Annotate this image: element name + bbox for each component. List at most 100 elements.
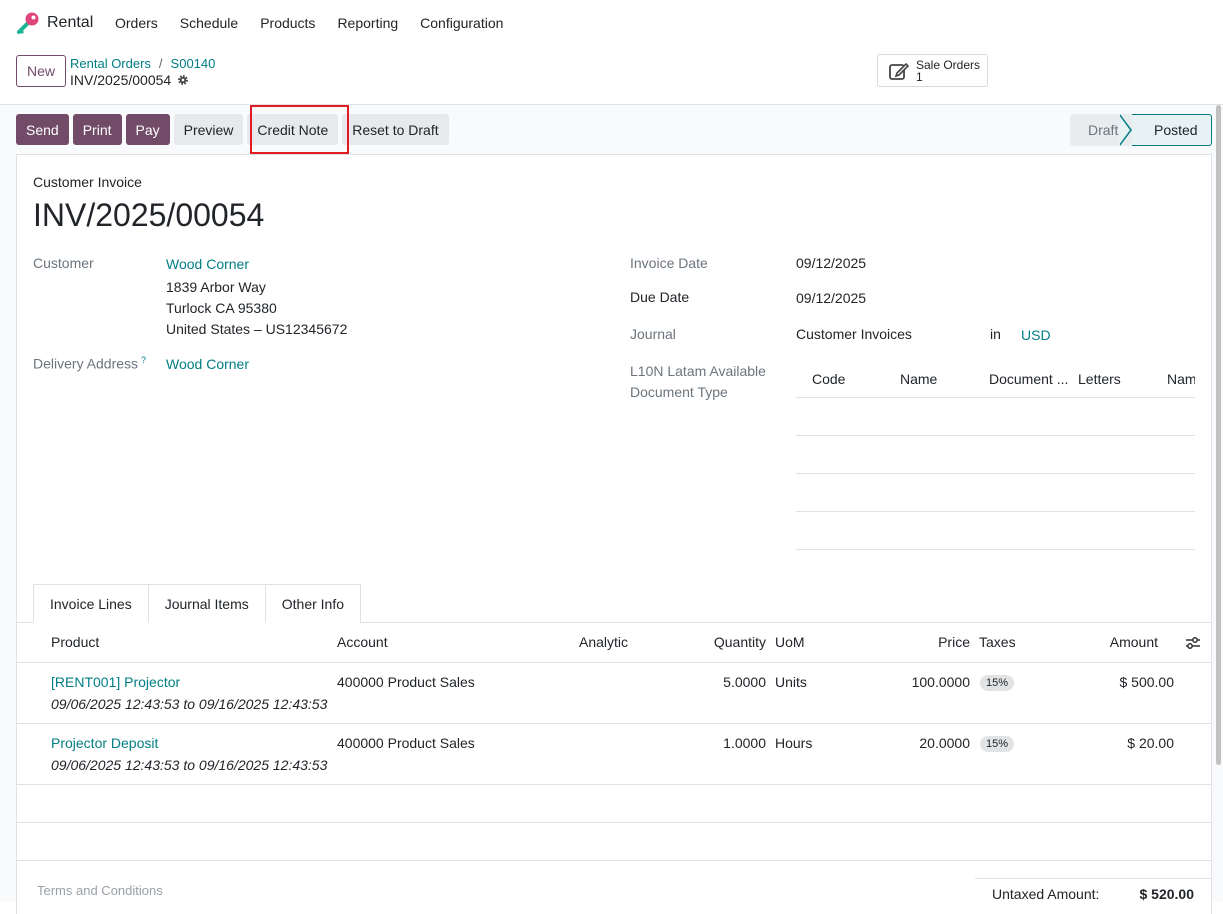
l10n-table-row <box>796 398 1195 436</box>
l10n-label-line-2: Document Type <box>630 384 728 400</box>
l10n-col-document[interactable]: Document ... <box>989 371 1068 387</box>
send-button[interactable]: Send <box>16 114 69 145</box>
line-product[interactable]: [RENT001] Projector <box>51 674 180 690</box>
line-product[interactable]: Projector Deposit <box>51 735 158 751</box>
line-price[interactable]: 100.0000 <box>912 674 970 690</box>
l10n-table-row <box>796 436 1195 474</box>
document-name: INV/2025/00054 <box>33 197 265 233</box>
l10n-table-row <box>796 474 1195 512</box>
totals-summary: Untaxed Amount: $ 520.00 <box>975 878 1212 908</box>
line-account[interactable]: 400000 Product Sales <box>337 674 475 690</box>
status-posted[interactable]: Posted <box>1119 114 1212 146</box>
smart-button-count: 1 <box>916 69 923 84</box>
line-dates: 09/06/2025 12:43:53 to 09/16/2025 12:43:… <box>51 696 328 712</box>
column-settings-icon[interactable] <box>1185 636 1201 650</box>
tab-invoice-lines[interactable]: Invoice Lines <box>33 584 149 623</box>
line-uom[interactable]: Units <box>775 674 807 690</box>
terms-and-conditions-field[interactable]: Terms and Conditions <box>37 883 163 898</box>
l10n-col-name-2[interactable]: Nam <box>1167 371 1195 387</box>
help-tooltip-icon[interactable]: ? <box>141 355 146 365</box>
breadcrumb-rental-orders[interactable]: Rental Orders <box>70 56 151 71</box>
col-uom[interactable]: UoM <box>775 634 805 650</box>
reset-to-draft-button[interactable]: Reset to Draft <box>342 114 449 145</box>
delivery-address-label: Delivery Address? <box>33 355 146 372</box>
empty-table-row <box>16 785 1212 823</box>
tab-other-info[interactable]: Other Info <box>264 584 362 623</box>
page-scrollbar[interactable] <box>1216 105 1221 765</box>
menu-schedule[interactable]: Schedule <box>180 15 238 31</box>
line-quantity[interactable]: 5.0000 <box>723 674 766 690</box>
l10n-col-code[interactable]: Code <box>812 371 845 387</box>
empty-table-row <box>16 823 1212 861</box>
l10n-col-letters[interactable]: Letters <box>1078 371 1121 387</box>
address-line-3: United States – US12345672 <box>166 321 348 337</box>
action-buttons: Send Print Pay Preview Credit Note Reset… <box>16 114 449 145</box>
record-title: INV/2025/00054 <box>70 72 172 88</box>
header-divider <box>0 104 1223 105</box>
address-line-2: Turlock CA 95380 <box>166 300 277 316</box>
customer-link[interactable]: Wood Corner <box>166 256 249 272</box>
print-button[interactable]: Print <box>72 114 122 145</box>
line-quantity[interactable]: 1.0000 <box>723 735 766 751</box>
journal-field[interactable]: Customer Invoices <box>796 326 912 342</box>
notebook-tabs: Invoice Lines Journal Items Other Info <box>33 584 362 623</box>
col-account[interactable]: Account <box>337 634 388 650</box>
invoice-date-field[interactable]: 09/12/2025 <box>796 255 866 271</box>
customer-label: Customer <box>33 255 94 271</box>
address-line-1: 1839 Arbor Way <box>166 279 266 295</box>
gear-icon[interactable] <box>177 74 189 86</box>
col-quantity[interactable]: Quantity <box>714 634 766 650</box>
app-name[interactable]: Rental <box>47 14 93 32</box>
menu-products[interactable]: Products <box>260 15 315 31</box>
currency-link[interactable]: USD <box>1021 327 1051 343</box>
delivery-address-link[interactable]: Wood Corner <box>166 356 249 372</box>
main-menu: Orders Schedule Products Reporting Confi… <box>115 15 525 31</box>
record-name: INV/2025/00054 <box>70 72 189 88</box>
table-row[interactable]: Projector Deposit 09/06/2025 12:43:53 to… <box>16 724 1212 785</box>
col-product[interactable]: Product <box>51 634 99 650</box>
l10n-col-name[interactable]: Name <box>900 371 937 387</box>
col-amount[interactable]: Amount <box>1110 634 1158 650</box>
untaxed-amount-label: Untaxed Amount: <box>992 886 1100 902</box>
menu-configuration[interactable]: Configuration <box>420 15 503 31</box>
tab-journal-items[interactable]: Journal Items <box>147 584 266 623</box>
untaxed-amount-value: $ 520.00 <box>1139 886 1195 902</box>
line-uom[interactable]: Hours <box>775 735 812 751</box>
col-taxes[interactable]: Taxes <box>979 634 1016 650</box>
menu-reporting[interactable]: Reporting <box>337 15 398 31</box>
preview-button[interactable]: Preview <box>173 114 244 145</box>
table-row[interactable]: [RENT001] Projector 09/06/2025 12:43:53 … <box>16 663 1212 724</box>
status-bar: Draft Posted <box>1070 114 1212 146</box>
l10n-table-header: Code Name Document ... Letters Nam <box>796 360 1195 398</box>
line-amount: $ 20.00 <box>1127 735 1174 751</box>
top-navbar: Rental Orders Schedule Products Reportin… <box>0 0 1223 46</box>
tax-badge: 15% <box>980 736 1015 752</box>
invoice-date-label: Invoice Date <box>630 255 708 271</box>
line-dates: 09/06/2025 12:43:53 to 09/16/2025 12:43:… <box>51 757 328 773</box>
breadcrumb-sale-order[interactable]: S00140 <box>171 56 216 71</box>
line-price[interactable]: 20.0000 <box>919 735 970 751</box>
col-analytic[interactable]: Analytic <box>579 634 628 650</box>
due-date-label: Due Date <box>630 289 690 305</box>
line-account[interactable]: 400000 Product Sales <box>337 735 475 751</box>
line-amount: $ 500.00 <box>1119 674 1175 690</box>
due-date-field[interactable]: 09/12/2025 <box>796 290 866 306</box>
document-type: Customer Invoice <box>33 174 142 190</box>
breadcrumb: Rental Orders / S00140 <box>70 56 215 71</box>
smart-button-label: Sale Orders <box>916 57 981 72</box>
credit-note-highlight <box>250 105 349 154</box>
invoice-lines-header: Product Account Analytic Quantity UoM Pr… <box>16 623 1212 663</box>
currency-in-label: in <box>990 326 1001 342</box>
tax-badge: 15% <box>980 675 1015 691</box>
l10n-table-row <box>796 512 1195 550</box>
delivery-label-text: Delivery Address <box>33 355 139 372</box>
pay-button[interactable]: Pay <box>125 114 170 145</box>
journal-label: Journal <box>630 326 676 342</box>
sale-orders-smart-button[interactable]: Sale Orders 1 <box>877 54 988 87</box>
rental-key-icon[interactable] <box>16 11 40 35</box>
l10n-label-line-1: L10N Latam Available <box>630 363 766 379</box>
breadcrumb-separator: / <box>158 56 163 71</box>
new-button[interactable]: New <box>16 55 66 87</box>
menu-orders[interactable]: Orders <box>115 15 158 31</box>
col-price[interactable]: Price <box>938 634 970 650</box>
